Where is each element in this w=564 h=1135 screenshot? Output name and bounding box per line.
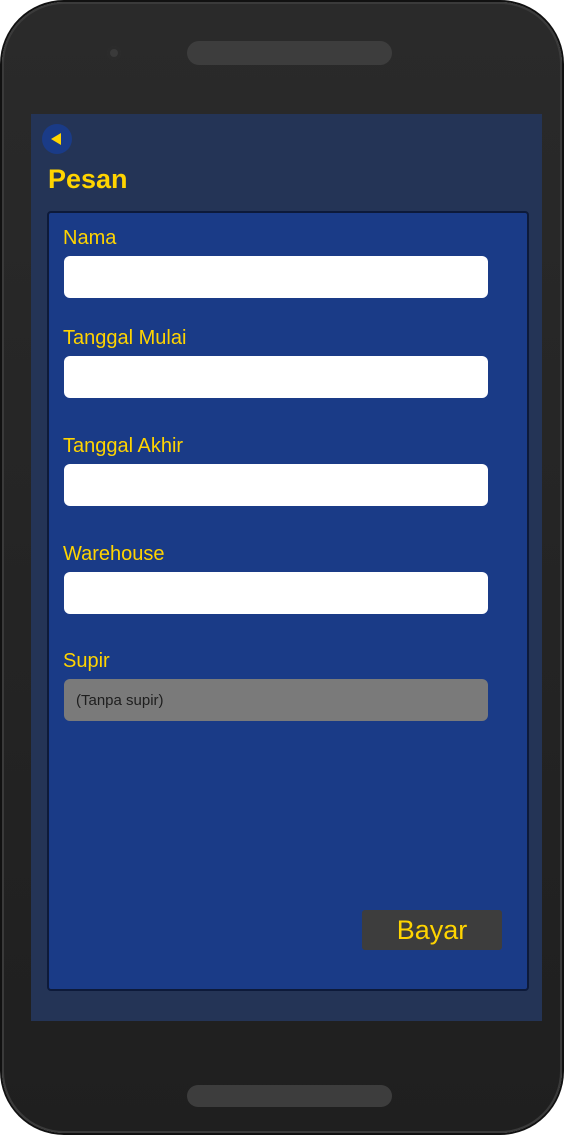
driver-select-value: (Tanpa supir): [76, 691, 164, 709]
driver-label: Supir: [63, 650, 110, 672]
end-date-label: Tanggal Akhir: [63, 435, 184, 457]
start-date-label: Tanggal Mulai: [63, 327, 187, 349]
back-button[interactable]: [42, 124, 72, 154]
name-label: Nama: [63, 227, 117, 249]
page-title: Pesan: [48, 164, 128, 194]
warehouse-input[interactable]: [64, 572, 488, 614]
warehouse-label: Warehouse: [63, 543, 165, 565]
app-screen: Pesan Nama Tanggal Mulai Tanggal Akhir W…: [31, 114, 542, 1021]
pay-button[interactable]: Bayar: [362, 910, 502, 950]
name-input[interactable]: [64, 256, 488, 298]
order-form: Nama Tanggal Mulai Tanggal Akhir Warehou…: [47, 211, 529, 991]
back-arrow-icon: [51, 133, 61, 145]
end-date-input[interactable]: [64, 464, 488, 506]
start-date-input[interactable]: [64, 356, 488, 398]
driver-select[interactable]: (Tanpa supir): [64, 679, 488, 721]
front-camera: [107, 46, 121, 60]
phone-frame: Pesan Nama Tanggal Mulai Tanggal Akhir W…: [2, 2, 562, 1133]
bottom-speaker: [187, 1085, 392, 1107]
earpiece-speaker: [187, 41, 392, 65]
